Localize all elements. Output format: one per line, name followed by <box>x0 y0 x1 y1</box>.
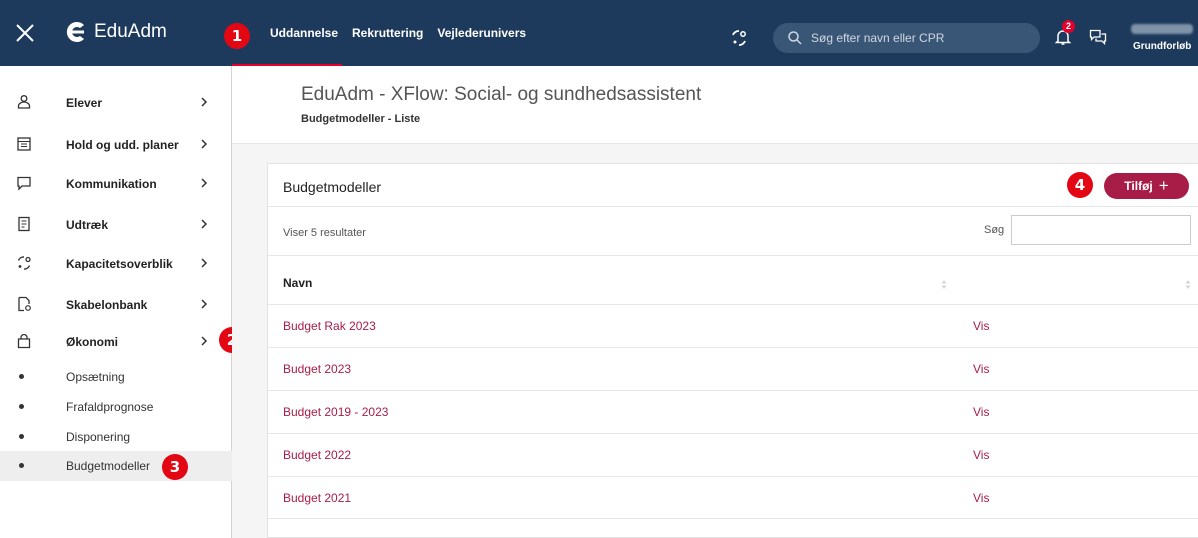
sidebar-item-okonomi[interactable]: Økonomi <box>0 323 232 361</box>
result-count: Viser 5 resultater <box>283 227 366 239</box>
sidebar-item-label: Kommunikation <box>66 177 157 191</box>
budget-name-link[interactable]: Budget 2023 <box>283 362 351 376</box>
bag-icon <box>17 333 31 349</box>
breadcrumb: Budgetmodeller - Liste <box>301 113 421 125</box>
table-row: Budget 2022 Vis <box>268 433 1198 476</box>
top-bar: EduAdm 1 Uddannelse Rekruttering Vejlede… <box>0 0 1198 66</box>
bullet-dot <box>19 374 24 379</box>
plus-icon: + <box>1158 176 1169 195</box>
bullet-dot <box>19 404 24 409</box>
budget-name-link[interactable]: Budget 2022 <box>283 448 351 462</box>
sidebar-item-label: Økonomi <box>66 335 119 349</box>
chevron-right-icon <box>201 299 208 309</box>
bullet-dot <box>19 463 24 468</box>
person-icon <box>17 95 31 109</box>
card-divider <box>268 255 1198 256</box>
sidebar-item-kapacitetsoverblik[interactable]: Kapacitetsoverblik <box>0 245 232 283</box>
brand-name: EduAdm <box>94 21 167 42</box>
callout-4: 4 <box>1067 172 1093 198</box>
sidebar-subitem-label: Frafaldprognose <box>66 400 154 414</box>
nav-tab-vejlederunivers[interactable]: Vejlederunivers <box>437 0 526 66</box>
top-navigation: Uddannelse Rekruttering Vejlederunivers <box>231 0 526 66</box>
sidebar-item-elever[interactable]: Elever <box>0 84 232 122</box>
capacity-icon <box>17 256 31 270</box>
sidebar: Elever Hold og udd. planer Kommunikation… <box>0 66 245 538</box>
sidebar-subitem-disponering[interactable]: Disponering <box>0 422 232 452</box>
bullet-dot <box>19 434 24 439</box>
budget-models-card: Budgetmodeller 4 Tilføj + Viser 5 resulta… <box>267 163 1198 538</box>
budget-name-link[interactable]: Budget 2021 <box>283 491 351 505</box>
user-profile-label[interactable]: Grundforløb <box>1133 41 1191 52</box>
search-icon <box>788 31 802 45</box>
chevron-right-icon <box>201 178 208 188</box>
budget-name-link[interactable]: Budget 2019 - 2023 <box>283 405 388 419</box>
table-row: Budget 2023 Vis <box>268 347 1198 390</box>
sidebar-item-label: Kapacitetsoverblik <box>66 257 173 271</box>
document-icon <box>18 216 30 232</box>
view-link[interactable]: Vis <box>973 319 989 333</box>
table-row: Budget Rak 2023 Vis <box>268 304 1198 347</box>
sidebar-item-label: Hold og udd. planer <box>66 138 179 152</box>
view-link[interactable]: Vis <box>973 405 989 419</box>
user-name-blurred <box>1131 24 1193 34</box>
chevron-right-icon <box>201 219 208 229</box>
main-content: EduAdm - XFlow: Social- og sundhedsassis… <box>232 66 1198 538</box>
chat-icon[interactable] <box>1089 29 1107 45</box>
sidebar-subitem-label: Opsætning <box>66 370 125 384</box>
card-divider <box>268 206 1198 207</box>
sidebar-subitem-frafaldprognose[interactable]: Frafaldprognose <box>0 392 232 422</box>
callout-1: 1 <box>224 23 250 49</box>
eduadm-logo-icon <box>66 22 84 42</box>
sidebar-subitem-label: Budgetmodeller <box>66 459 151 473</box>
column-header-navn[interactable]: Navn <box>283 276 312 290</box>
sidebar-subitem-label: Disponering <box>66 430 131 444</box>
card-title: Budgetmodeller <box>283 179 382 195</box>
budget-name-link[interactable]: Budget Rak 2023 <box>283 319 376 333</box>
add-button[interactable]: Tilføj + <box>1104 173 1189 199</box>
notification-count-badge: 2 <box>1062 20 1075 33</box>
template-icon <box>18 296 31 312</box>
sidebar-item-udtraek[interactable]: Udtræk <box>0 206 232 244</box>
add-button-label: Tilføj <box>1124 179 1153 193</box>
nav-tab-rekruttering[interactable]: Rekruttering <box>352 0 423 66</box>
capacity-icon[interactable] <box>730 29 748 47</box>
chevron-right-icon <box>201 336 208 346</box>
global-search <box>773 23 1040 53</box>
page-header: EduAdm - XFlow: Social- og sundhedsassis… <box>232 66 1198 144</box>
view-link[interactable]: Vis <box>973 491 989 505</box>
page-title: EduAdm - XFlow: Social- og sundhedsassis… <box>301 84 702 105</box>
sidebar-item-label: Skabelonbank <box>66 298 148 312</box>
sidebar-item-hold-og-udd-planer[interactable]: Hold og udd. planer <box>0 126 232 164</box>
sidebar-subitem-opsaetning[interactable]: Opsætning <box>0 362 232 392</box>
chevron-right-icon <box>201 258 208 268</box>
table-search-input[interactable] <box>1011 215 1191 245</box>
table-row: Budget 2019 - 2023 Vis <box>268 390 1198 433</box>
calendar-icon <box>17 137 31 151</box>
view-link[interactable]: Vis <box>973 448 989 462</box>
global-search-input[interactable] <box>811 23 1031 53</box>
callout-3: 3 <box>162 454 188 480</box>
chevron-right-icon <box>201 139 208 149</box>
sidebar-item-label: Elever <box>66 96 103 110</box>
sidebar-item-label: Udtræk <box>66 218 109 232</box>
close-icon[interactable] <box>14 22 36 44</box>
search-label: Søg <box>984 224 1005 236</box>
chevron-right-icon <box>201 97 208 107</box>
sidebar-subitem-budgetmodeller[interactable]: Budgetmodeller <box>0 451 232 481</box>
table-row: Budget 2021 Vis <box>268 476 1198 519</box>
sidebar-item-skabelonbank[interactable]: Skabelonbank <box>0 286 232 324</box>
nav-tab-uddannelse[interactable]: Uddannelse <box>231 0 343 66</box>
view-link[interactable]: Vis <box>973 362 989 376</box>
sort-icon[interactable] <box>941 279 947 290</box>
sort-icon[interactable] <box>1185 279 1191 290</box>
sidebar-item-kommunikation[interactable]: Kommunikation <box>0 165 232 203</box>
message-icon <box>17 176 31 191</box>
